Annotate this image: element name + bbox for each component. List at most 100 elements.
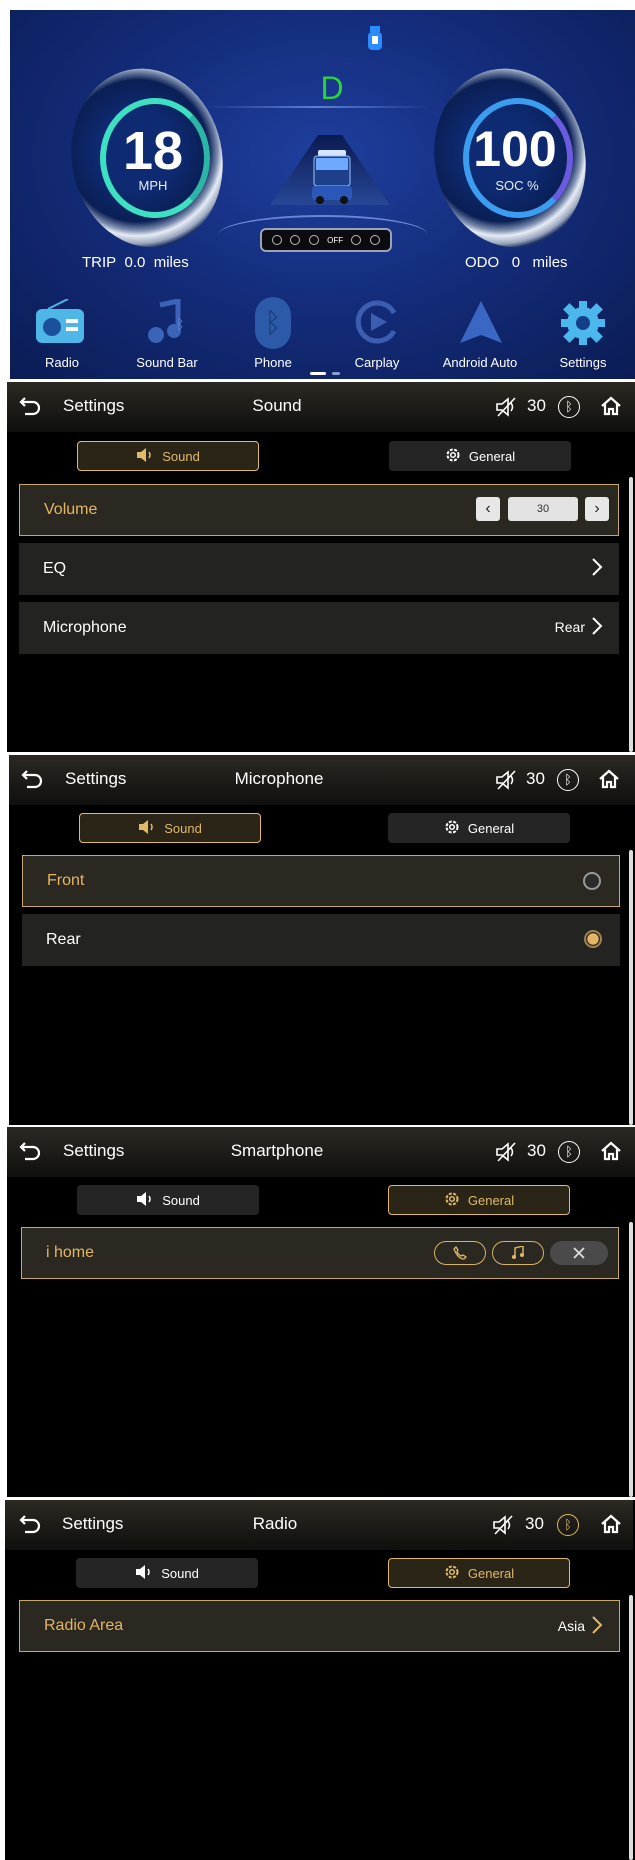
tab-sound[interactable]: Sound bbox=[77, 1185, 259, 1215]
speed-value: 18 bbox=[122, 121, 184, 181]
tab-label: General bbox=[467, 1192, 515, 1208]
volume-increase-button[interactable]: › bbox=[585, 497, 609, 521]
home-icon[interactable] bbox=[601, 1141, 621, 1166]
breadcrumb-settings[interactable]: Settings bbox=[63, 1141, 124, 1161]
breadcrumb-settings[interactable]: Settings bbox=[65, 769, 126, 789]
tab-general[interactable]: General bbox=[389, 441, 571, 471]
back-icon[interactable] bbox=[19, 1514, 41, 1539]
tab-general[interactable]: General bbox=[388, 1185, 570, 1215]
chevron-right-icon bbox=[591, 616, 603, 641]
android-auto-icon bbox=[458, 299, 504, 350]
volume-level: 30 bbox=[526, 769, 545, 788]
app-settings[interactable]: Settings bbox=[528, 295, 635, 375]
device-name: i home bbox=[46, 1244, 95, 1261]
eq-row[interactable]: EQ bbox=[19, 543, 619, 595]
trip-readout: TRIP 0.0 miles bbox=[82, 254, 189, 271]
speaker-icon bbox=[135, 1564, 153, 1582]
app-sound-bar[interactable]: ᛒ Sound Bar bbox=[112, 295, 222, 375]
usb-icon bbox=[368, 26, 382, 57]
home-icon[interactable] bbox=[601, 1514, 621, 1539]
back-icon[interactable] bbox=[19, 396, 41, 421]
volume-level: 30 bbox=[527, 396, 546, 415]
tab-sound[interactable]: Sound bbox=[77, 441, 259, 471]
home-icon[interactable] bbox=[599, 769, 619, 794]
volume-mute-icon[interactable] bbox=[495, 397, 519, 422]
music-note-bluetooth-icon: ᛒ bbox=[146, 297, 194, 352]
bluetooth-icon[interactable]: ᛒ bbox=[557, 769, 579, 791]
row-label: Rear bbox=[46, 931, 81, 948]
speaker-icon bbox=[136, 1191, 154, 1209]
bluetooth-icon[interactable]: ᛒ bbox=[558, 396, 580, 418]
trip-value: 0.0 bbox=[124, 254, 146, 271]
app-label: Radio bbox=[45, 355, 79, 370]
soc-unit: SOC % bbox=[495, 178, 539, 193]
odo-value: 0 bbox=[511, 254, 521, 271]
trip-unit: miles bbox=[153, 254, 189, 271]
scrollbar[interactable] bbox=[629, 1595, 633, 1860]
indicator-light bbox=[369, 235, 380, 245]
indicator-light bbox=[351, 235, 362, 245]
radio-area-row[interactable]: Radio Area Asia bbox=[19, 1600, 620, 1652]
media-audio-button[interactable] bbox=[492, 1241, 544, 1265]
app-radio[interactable]: Radio bbox=[10, 295, 117, 375]
scrollbar[interactable] bbox=[629, 850, 633, 1125]
speaker-icon bbox=[136, 447, 154, 465]
app-carplay[interactable]: Carplay bbox=[322, 295, 432, 375]
tab-label: Sound bbox=[164, 820, 202, 836]
speed-unit: MPH bbox=[138, 178, 168, 193]
gear-icon bbox=[444, 1564, 460, 1583]
trip-label: TRIP bbox=[82, 254, 117, 271]
tab-general[interactable]: General bbox=[388, 1558, 570, 1588]
phone-call-button[interactable] bbox=[434, 1241, 486, 1265]
breadcrumb-settings[interactable]: Settings bbox=[62, 1514, 123, 1534]
device-row[interactable]: i home bbox=[21, 1227, 619, 1279]
microphone-row[interactable]: Microphone Rear bbox=[19, 602, 619, 654]
volume-mute-icon[interactable] bbox=[495, 770, 519, 795]
row-label: EQ bbox=[43, 560, 67, 577]
page-indicator[interactable] bbox=[332, 372, 340, 375]
breadcrumb-settings[interactable]: Settings bbox=[63, 396, 124, 416]
volume-value-field[interactable]: 30 bbox=[508, 497, 578, 521]
bluetooth-icon[interactable]: ᛒ bbox=[558, 1141, 580, 1163]
radio-settings-screen: Settings Radio 30 ᛒ Sound General Radio … bbox=[5, 1500, 635, 1860]
app-android-auto[interactable]: Android Auto bbox=[425, 295, 535, 375]
car-icon bbox=[312, 150, 352, 209]
page-indicator-active[interactable] bbox=[310, 372, 326, 375]
tab-label: Sound bbox=[162, 448, 200, 464]
volume-level: 30 bbox=[527, 1141, 546, 1160]
row-label: Microphone bbox=[43, 619, 127, 636]
page-title: Microphone bbox=[234, 769, 324, 788]
gear-icon bbox=[559, 299, 607, 352]
tab-general[interactable]: General bbox=[388, 813, 570, 843]
indicator-strip: OFF bbox=[260, 228, 392, 252]
app-phone[interactable]: ᛒ Phone bbox=[218, 295, 328, 375]
music-note-icon bbox=[512, 1246, 524, 1259]
chevron-right-icon bbox=[591, 1615, 603, 1640]
indicator-light bbox=[308, 235, 319, 245]
back-icon[interactable] bbox=[19, 1141, 41, 1166]
option-front-row[interactable]: Front bbox=[22, 855, 620, 907]
svg-text:ᛒ: ᛒ bbox=[176, 317, 184, 333]
tab-label: General bbox=[467, 820, 515, 836]
volume-mute-icon[interactable] bbox=[495, 1142, 519, 1167]
row-label: Volume bbox=[44, 501, 98, 518]
back-icon[interactable] bbox=[21, 769, 43, 794]
row-value: Asia bbox=[557, 1618, 585, 1634]
tab-sound[interactable]: Sound bbox=[79, 813, 261, 843]
option-rear-row[interactable]: Rear bbox=[22, 914, 620, 966]
scrollbar[interactable] bbox=[629, 1222, 633, 1497]
scrollbar[interactable] bbox=[629, 477, 633, 752]
dash-arc bbox=[205, 106, 430, 108]
home-icon[interactable] bbox=[601, 396, 621, 421]
tab-label: Sound bbox=[162, 1192, 200, 1208]
gear-icon bbox=[444, 819, 460, 838]
tab-sound[interactable]: Sound bbox=[76, 1558, 258, 1588]
odo-readout: ODO 0 miles bbox=[465, 254, 568, 271]
bluetooth-icon[interactable]: ᛒ bbox=[557, 1514, 579, 1536]
volume-decrease-button[interactable]: ‹ bbox=[476, 497, 500, 521]
gear-icon bbox=[445, 447, 461, 466]
volume-mute-icon[interactable] bbox=[492, 1515, 516, 1540]
tab-label: Sound bbox=[161, 1565, 199, 1581]
remove-device-button[interactable] bbox=[550, 1241, 608, 1265]
radio-icon bbox=[34, 298, 86, 350]
